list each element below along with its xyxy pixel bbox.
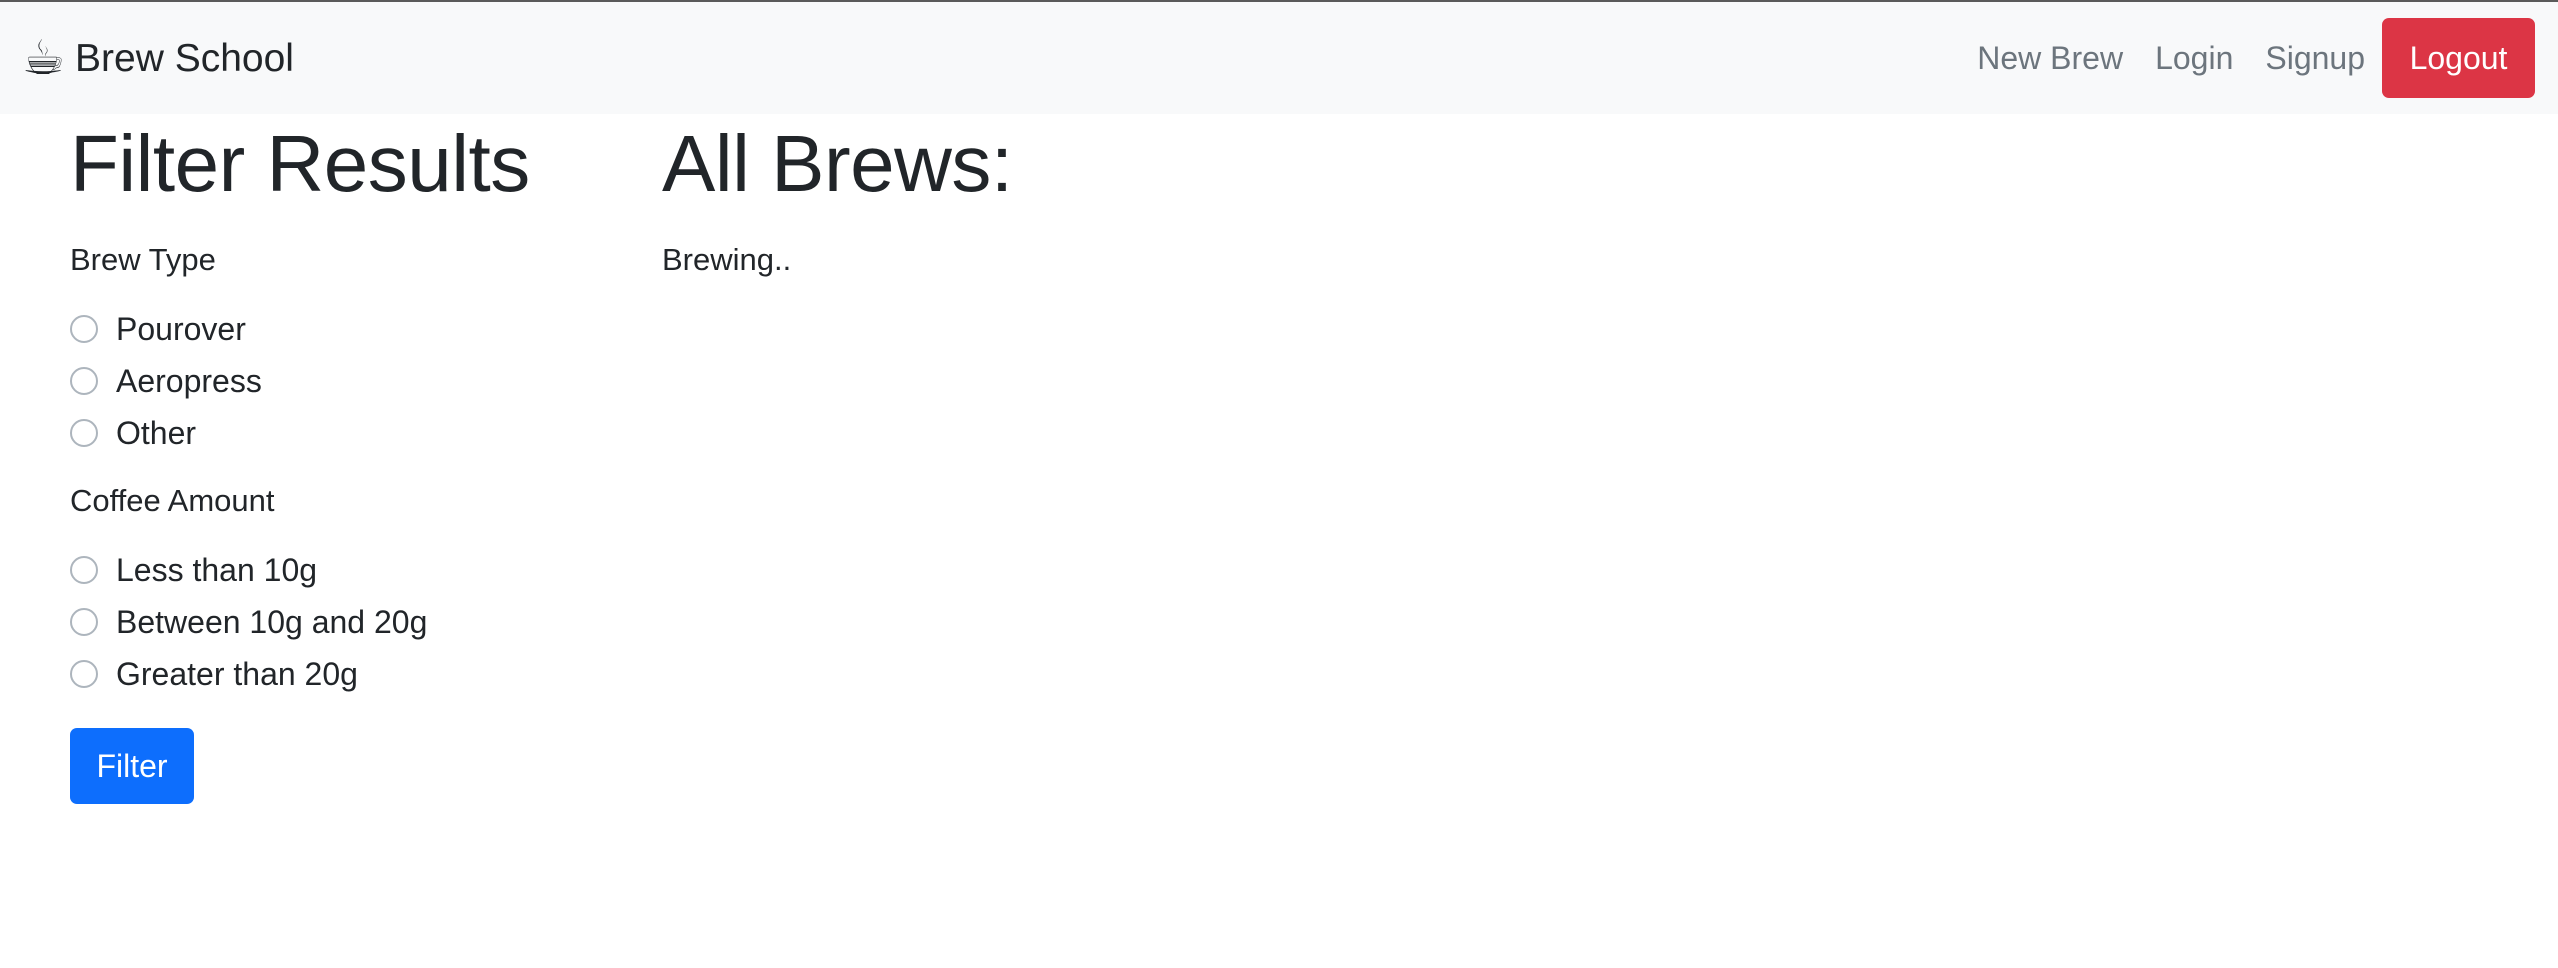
radio-label: Aeropress [116, 363, 262, 399]
brew-type-label: Brew Type [70, 242, 216, 277]
radio-other[interactable] [70, 419, 98, 447]
nav-link-login[interactable]: Login [2155, 42, 2233, 74]
brew-type-option-pourover: Pourover [70, 303, 630, 355]
brand-name: Brew School [75, 36, 294, 80]
navbar: ☕ Brew School New Brew Login Signup Logo… [0, 2, 2558, 114]
radio-less-than-10g[interactable] [70, 556, 98, 584]
coffee-amount-option-10-20: Between 10g and 20g [70, 596, 630, 648]
radio-greater-than-20g[interactable] [70, 660, 98, 688]
filter-button[interactable]: Filter [70, 728, 194, 804]
coffee-amount-option-gt20: Greater than 20g [70, 648, 630, 700]
radio-label: Other [116, 415, 197, 451]
logout-button[interactable]: Logout [2382, 18, 2535, 98]
brews-title: All Brews: [662, 119, 1013, 208]
brew-type-option-aeropress: Aeropress [70, 355, 630, 407]
radio-label: Less than 10g [116, 552, 318, 588]
nav-link-new-brew[interactable]: New Brew [1977, 42, 2123, 74]
nav-link-signup[interactable]: Signup [2265, 42, 2365, 74]
coffee-amount-label: Coffee Amount [70, 483, 275, 518]
radio-between-10g-20g[interactable] [70, 608, 98, 636]
brews-panel: All Brews: Brewing.. [662, 114, 2462, 277]
loading-status: Brewing.. [662, 242, 792, 277]
coffee-amount-options: Less than 10g Between 10g and 20g Greate… [70, 544, 630, 700]
filter-title: Filter Results [70, 119, 530, 208]
brew-type-option-other: Other [70, 407, 630, 459]
radio-pourover[interactable] [70, 315, 98, 343]
coffee-amount-option-lt10: Less than 10g [70, 544, 630, 596]
brand-link[interactable]: ☕ Brew School [22, 26, 294, 90]
radio-label: Greater than 20g [116, 656, 358, 692]
radio-label: Between 10g and 20g [116, 604, 428, 640]
filter-panel: Filter Results Brew Type Pourover Aeropr… [70, 114, 630, 804]
brew-type-options: Pourover Aeropress Other [70, 303, 630, 459]
nav-links: New Brew Login Signup Logout [1977, 18, 2535, 98]
coffee-cup-icon: ☕ [22, 30, 66, 86]
radio-label: Pourover [116, 311, 246, 347]
radio-aeropress[interactable] [70, 367, 98, 395]
